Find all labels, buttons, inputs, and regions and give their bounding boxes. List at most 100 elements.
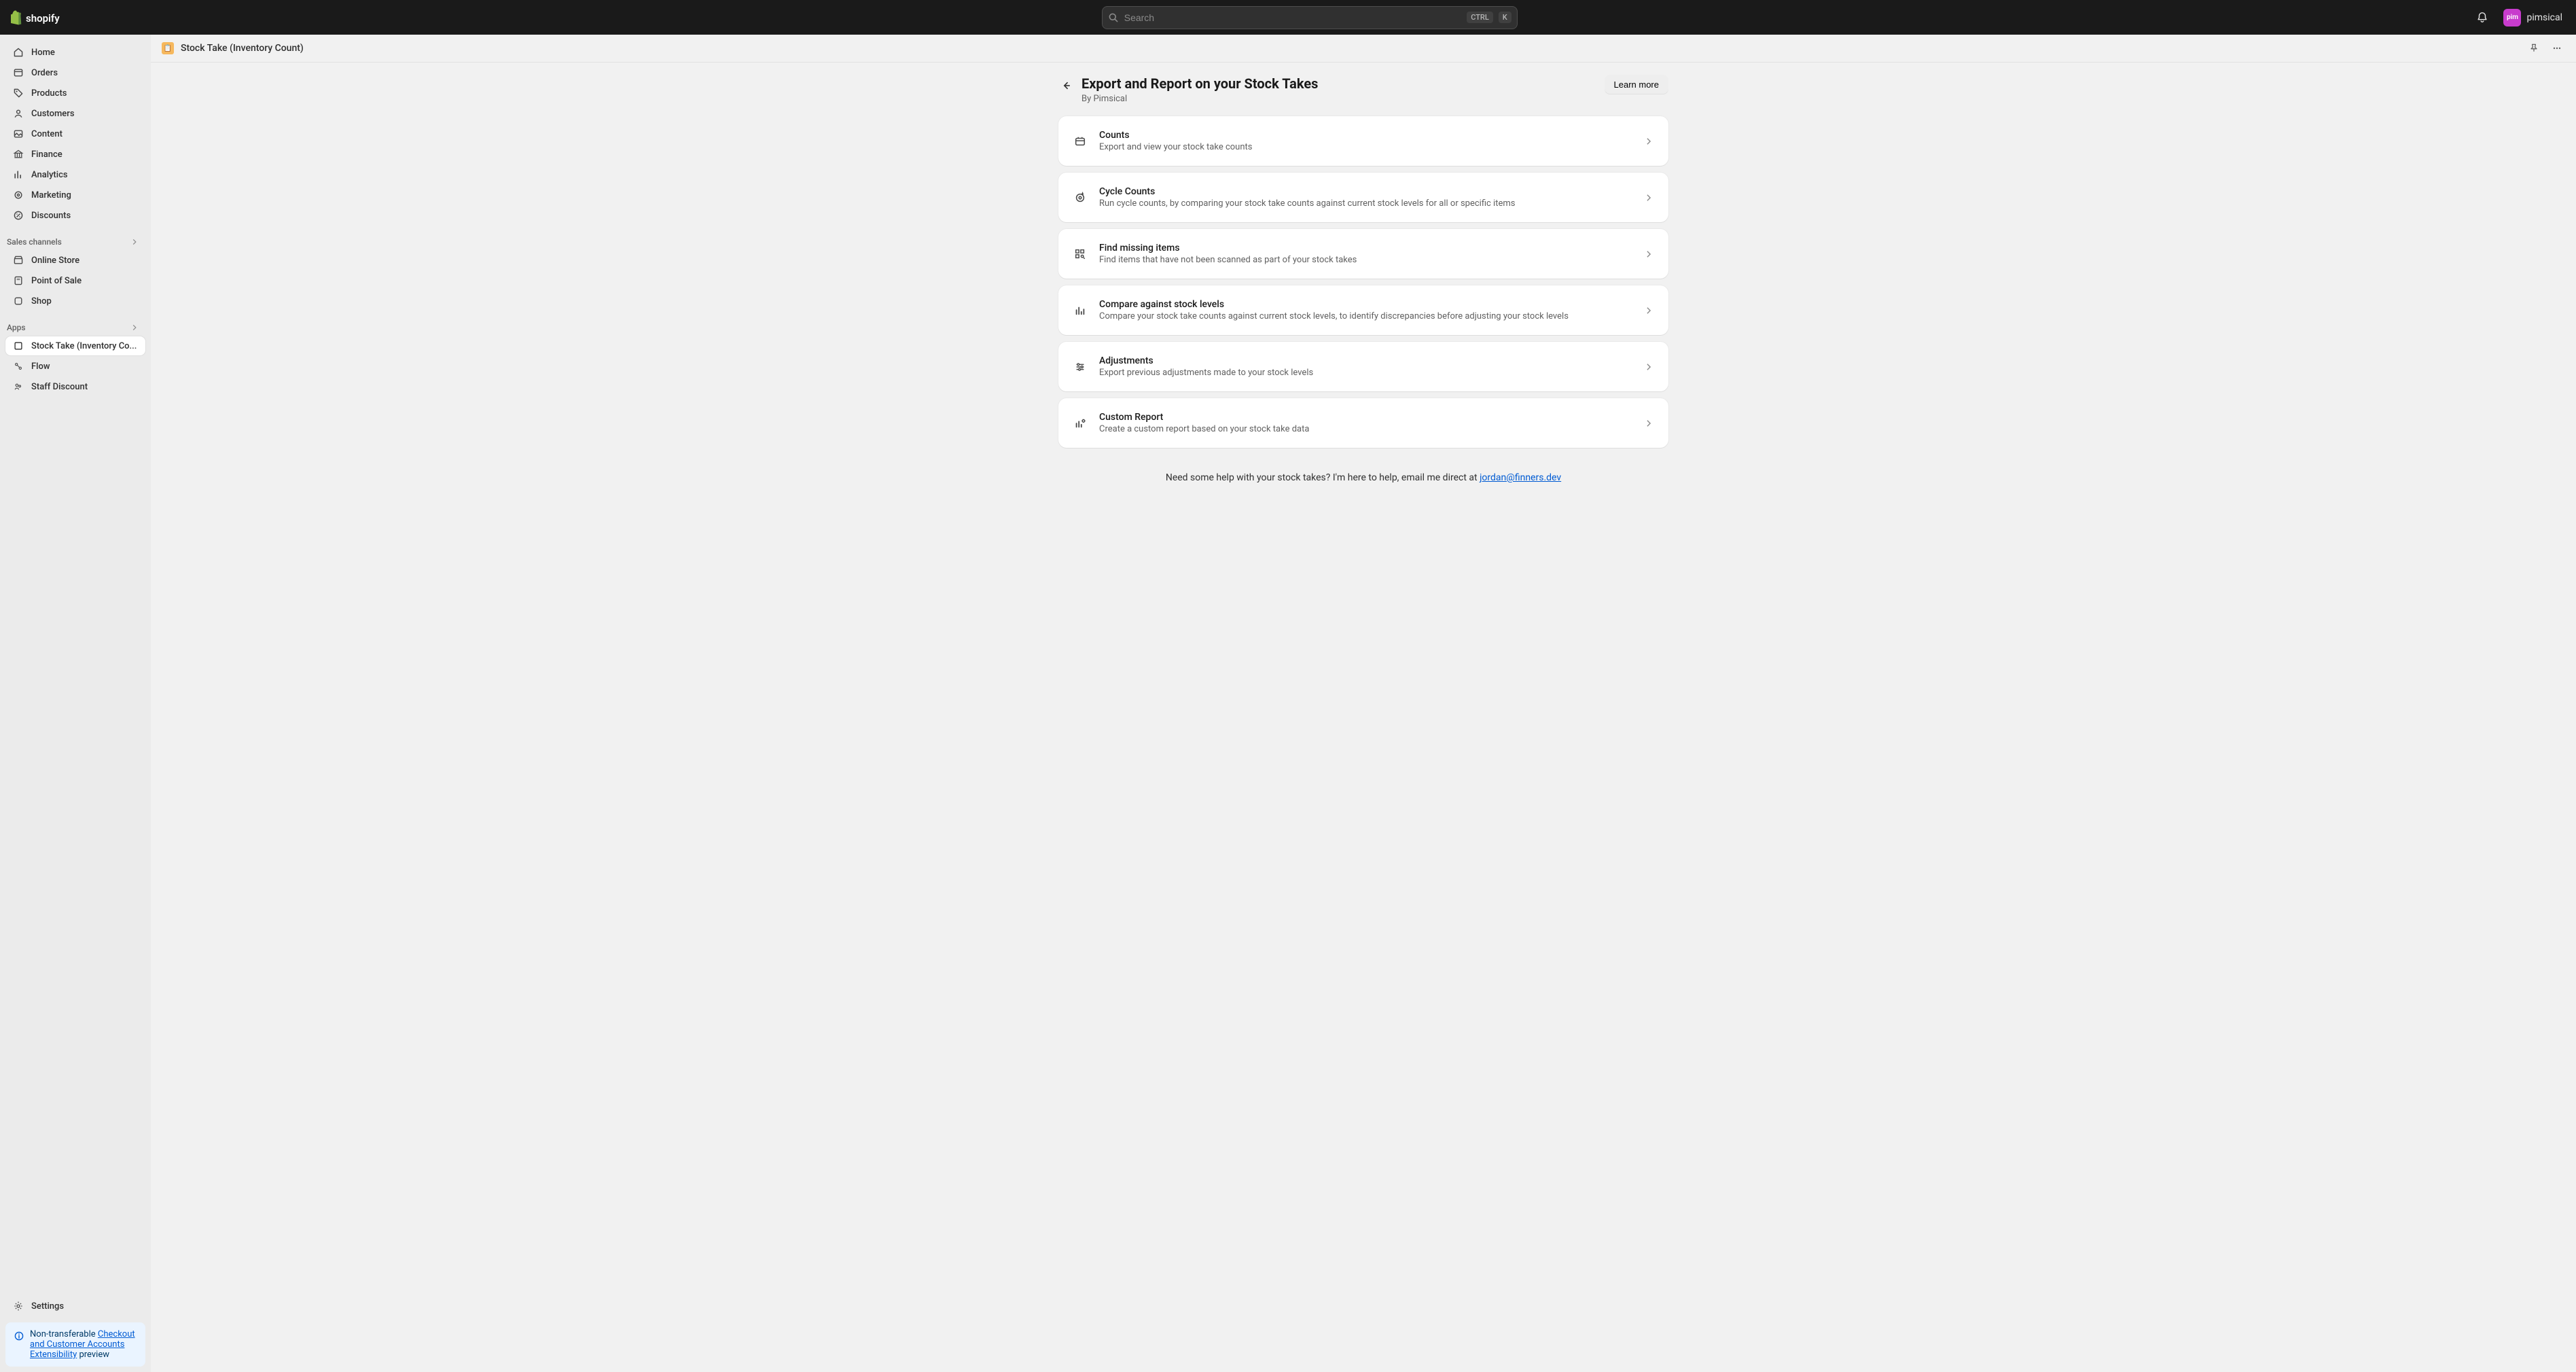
nav-label: Shop — [31, 296, 52, 306]
notifications-icon[interactable] — [2472, 7, 2492, 28]
app-staff-discount[interactable]: Staff Discount — [5, 377, 145, 396]
pos-icon — [12, 275, 24, 287]
shell: Home Orders Products Customers Content F… — [0, 35, 2576, 1372]
orders-icon — [12, 67, 24, 79]
row-adjustments[interactable]: Adjustments Export previous adjustments m… — [1058, 342, 1668, 391]
cycle-icon — [1073, 191, 1087, 205]
channel-shop[interactable]: Shop — [5, 292, 145, 311]
row-title: Cycle Counts — [1099, 186, 1632, 197]
search-icon — [1108, 12, 1119, 23]
chevron-right-icon — [130, 323, 139, 332]
avatar: pim — [2503, 9, 2521, 27]
nav-label: Point of Sale — [31, 276, 82, 286]
row-desc: Export previous adjustments made to your… — [1099, 368, 1632, 378]
page-title: Export and Report on your Stock Takes — [1081, 75, 1318, 92]
shopify-logo[interactable]: shopify — [11, 10, 147, 26]
gear-icon — [12, 1300, 24, 1312]
chevron-right-icon — [130, 238, 139, 246]
sliders-icon — [1073, 360, 1087, 374]
person-icon — [12, 107, 24, 120]
nav-label: Analytics — [31, 170, 68, 180]
channel-pos[interactable]: Point of Sale — [5, 271, 145, 290]
nav-orders[interactable]: Orders — [5, 63, 145, 82]
chevron-right-icon — [1644, 306, 1653, 315]
row-compare-levels[interactable]: Compare against stock levelsCompare your… — [1058, 285, 1668, 335]
tag-icon — [12, 87, 24, 99]
apps-heading[interactable]: Apps — [5, 321, 145, 335]
nav-label: Online Store — [31, 256, 79, 266]
help-email-link[interactable]: jordan@finners.dev — [1480, 472, 1561, 483]
nav-settings[interactable]: Settings — [5, 1297, 145, 1316]
topbar-right: pim pimsical — [2472, 6, 2565, 29]
row-title: Adjustments — [1099, 355, 1632, 366]
nav-label: Flow — [31, 362, 50, 372]
page-header: Export and Report on your Stock Takes By… — [1058, 75, 1668, 104]
kbd-k: K — [1499, 12, 1511, 23]
row-title: Custom Report — [1099, 412, 1632, 423]
search-input[interactable] — [1124, 12, 1461, 23]
target-icon — [12, 189, 24, 201]
nav-label: Orders — [31, 68, 58, 78]
chart-icon — [12, 169, 24, 181]
app-title-bar: 📋 Stock Take (Inventory Count) — [151, 35, 2576, 63]
nav-label: Customers — [31, 109, 75, 119]
grid-search-icon — [1073, 247, 1087, 261]
channel-online-store[interactable]: Online Store — [5, 251, 145, 270]
staff-icon — [12, 381, 24, 393]
row-cycle-counts[interactable]: Cycle CountsRun cycle counts, by compari… — [1058, 173, 1668, 222]
nav-label: Marketing — [31, 190, 71, 200]
nav-label: Home — [31, 48, 55, 58]
home-icon — [12, 46, 24, 58]
chevron-right-icon — [1644, 137, 1653, 146]
nav-discounts[interactable]: Discounts — [5, 206, 145, 225]
row-find-missing[interactable]: Find missing itemsFind items that have n… — [1058, 229, 1668, 279]
nav-content[interactable]: Content — [5, 124, 145, 143]
nav-home[interactable]: Home — [5, 43, 145, 62]
kbd-ctrl: CTRL — [1467, 12, 1493, 23]
row-counts[interactable]: CountsExport and view your stock take co… — [1058, 116, 1668, 166]
promo-banner: Non-transferable Checkout and Customer A… — [5, 1322, 145, 1367]
app-stock-take[interactable]: Stock Take (Inventory Co... — [5, 336, 145, 355]
app-flow[interactable]: Flow — [5, 357, 145, 376]
bars-icon — [1073, 304, 1087, 317]
section-label: Apps — [7, 323, 26, 332]
nav-finance[interactable]: Finance — [5, 145, 145, 164]
nav-products[interactable]: Products — [5, 84, 145, 103]
search-wrap: CTRL K — [158, 6, 2461, 29]
row-desc: Run cycle counts, by comparing your stoc… — [1099, 198, 1632, 209]
info-icon — [14, 1331, 24, 1360]
nav-label: Products — [31, 88, 67, 99]
sales-channels-heading[interactable]: Sales channels — [5, 236, 145, 249]
back-button[interactable] — [1058, 77, 1075, 94]
row-desc: Create a custom report based on your sto… — [1099, 424, 1632, 434]
row-title: Find missing items — [1099, 243, 1632, 253]
discount-icon — [12, 209, 24, 222]
more-icon[interactable] — [2549, 40, 2565, 56]
svg-text:shopify: shopify — [26, 12, 60, 24]
nav-label: Staff Discount — [31, 382, 88, 392]
nav-customers[interactable]: Customers — [5, 104, 145, 123]
account-menu[interactable]: pim pimsical — [2501, 6, 2565, 29]
topbar: shopify CTRL K pim pimsical — [0, 0, 2576, 35]
app-title: Stock Take (Inventory Count) — [181, 43, 2519, 54]
app-icon — [12, 340, 24, 352]
row-title: Compare against stock levels — [1099, 299, 1632, 310]
nav-label: Stock Take (Inventory Co... — [31, 341, 137, 351]
pin-icon[interactable] — [2526, 40, 2542, 56]
nav-label: Settings — [31, 1301, 64, 1312]
nav-analytics[interactable]: Analytics — [5, 165, 145, 184]
nav-label: Discounts — [31, 211, 71, 221]
row-custom-report[interactable]: Custom ReportCreate a custom report base… — [1058, 398, 1668, 448]
counts-icon — [1073, 135, 1087, 148]
app-icon: 📋 — [162, 42, 174, 54]
chevron-right-icon — [1644, 249, 1653, 259]
nav-marketing[interactable]: Marketing — [5, 186, 145, 205]
shop-icon — [12, 295, 24, 307]
report-icon — [1073, 417, 1087, 430]
promo-text: Non-transferable Checkout and Customer A… — [30, 1329, 137, 1360]
store-name: pimsical — [2526, 12, 2562, 23]
learn-more-button[interactable]: Learn more — [1605, 75, 1668, 94]
search-box[interactable]: CTRL K — [1102, 6, 1518, 29]
page-byline: By Pimsical — [1081, 94, 1318, 104]
image-icon — [12, 128, 24, 140]
